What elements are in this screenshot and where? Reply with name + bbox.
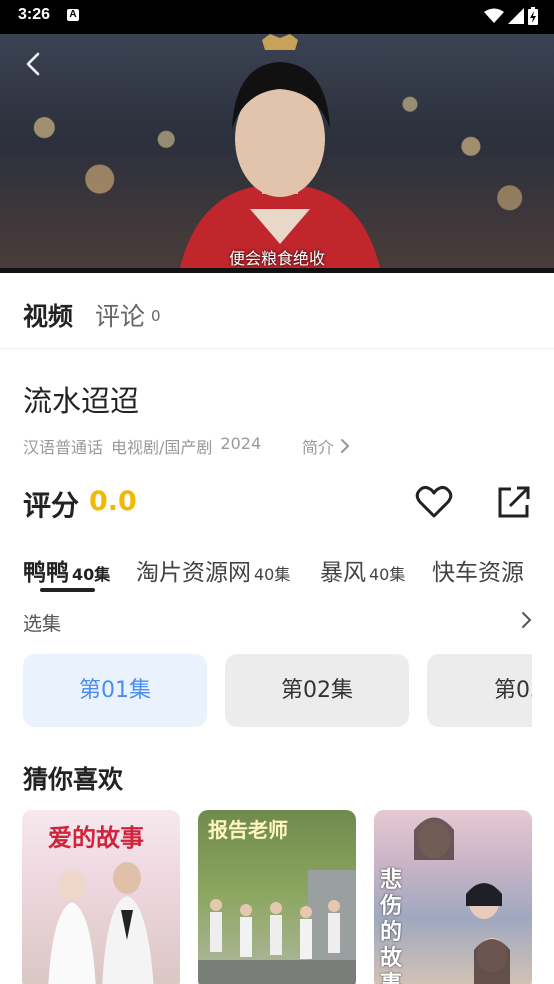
favorite-heart-icon[interactable]: [414, 482, 454, 522]
comment-count: 0: [151, 307, 161, 325]
show-genre: 电视剧/国产剧: [111, 438, 213, 457]
battery-icon: [528, 7, 538, 25]
intro-link[interactable]: 简介: [302, 434, 350, 458]
video-subtitle: 便会粮食绝收: [228, 249, 325, 268]
source-tab-kuaiche[interactable]: 快车资源: [432, 553, 527, 587]
rating-label: 评分: [23, 489, 80, 522]
status-time: 3:26: [18, 6, 51, 23]
poster-figures: [48, 862, 154, 984]
source-name: 暴风: [320, 560, 366, 586]
episode-button-01[interactable]: 第01集: [23, 654, 207, 727]
source-tab-yaya[interactable]: 鸭鸭 40集: [23, 553, 110, 587]
source-tabs: 鸭鸭 40集 淘片资源网 40集 暴风 40集 快车资源: [23, 553, 554, 593]
show-language: 汉语普通话: [23, 438, 104, 457]
recommend-title: 猜你喜欢: [23, 765, 124, 794]
wifi-icon: [484, 8, 504, 23]
signal-icon: [508, 8, 524, 24]
content-tabs: 视频 评论 0: [0, 273, 554, 349]
episode-button-02[interactable]: 第02集: [225, 654, 409, 727]
tab-comment[interactable]: 评论: [95, 297, 145, 333]
source-name: 快车资源: [432, 560, 524, 586]
rating-value: 0.0: [89, 486, 137, 517]
episodes-label: 选集: [23, 613, 62, 635]
back-button[interactable]: [20, 50, 48, 78]
share-icon[interactable]: [496, 484, 532, 520]
status-bar: 3:26 A: [0, 0, 554, 34]
source-count: 40集: [254, 565, 291, 584]
source-tab-taopian[interactable]: 淘片资源网 40集: [136, 553, 290, 587]
notification-icon: A: [67, 9, 79, 21]
video-frame-figure: [180, 34, 380, 268]
source-name: 鸭鸭: [23, 560, 69, 586]
show-title: 流水迢迢: [23, 384, 140, 418]
tab-video[interactable]: 视频: [23, 297, 73, 333]
chevron-right-icon: [341, 439, 350, 453]
source-count: 40集: [72, 565, 111, 584]
poster-figures: [198, 870, 356, 984]
source-tab-baofeng[interactable]: 暴风 40集: [320, 553, 405, 587]
recommend-poster-3[interactable]: 悲伤的故事: [374, 810, 532, 984]
show-meta: 汉语普通话 电视剧/国产剧 2024: [23, 434, 261, 458]
recommend-poster-2[interactable]: 报告老师: [198, 810, 356, 984]
episode-list: 第01集 第02集 第03: [23, 654, 532, 728]
episodes-chevron-right-icon[interactable]: [516, 608, 536, 632]
episode-button-03[interactable]: 第03: [427, 654, 532, 727]
recommend-poster-1[interactable]: 爱的故事: [22, 810, 180, 984]
intro-label: 简介: [302, 438, 335, 457]
video-player[interactable]: 便会粮食绝收: [0, 34, 554, 268]
source-tab-indicator: [40, 588, 95, 592]
source-count: 40集: [369, 565, 406, 584]
poster-title: 悲伤的故事: [380, 868, 403, 984]
show-year: 2024: [220, 434, 262, 453]
status-icons: [484, 7, 538, 25]
source-name: 淘片资源网: [136, 560, 251, 586]
